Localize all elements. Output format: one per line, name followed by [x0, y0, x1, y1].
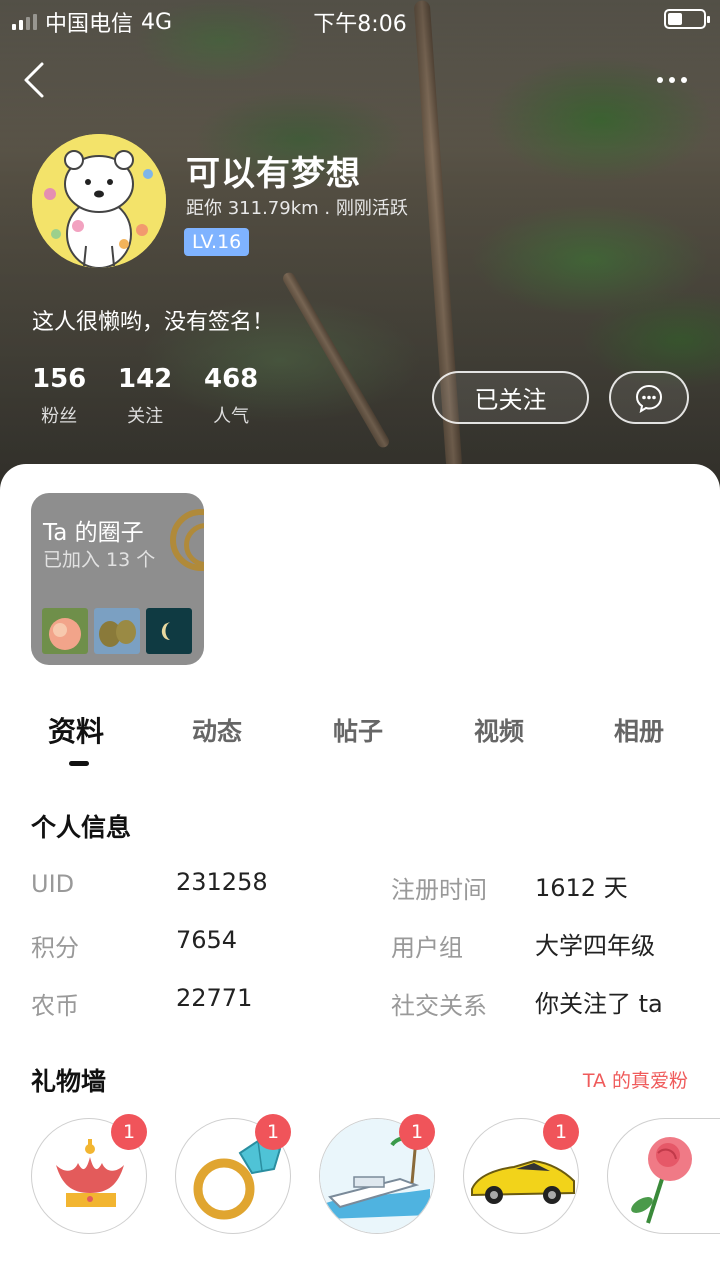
level-badge: LV.16 — [184, 228, 250, 256]
followed-button[interactable]: 已关注 — [432, 371, 589, 424]
kiwi-icon — [94, 608, 140, 654]
personal-info-title: 个人信息 — [31, 813, 132, 842]
info-value-coins: 22771 — [176, 984, 253, 1012]
info-label-uid: UID — [31, 870, 75, 898]
info-value-register-time: 1612 天 — [535, 874, 628, 902]
tab-active-indicator — [69, 761, 89, 766]
tab-posts[interactable]: 帖子 — [333, 712, 383, 748]
info-value-points: 7654 — [176, 926, 238, 954]
info-label-points: 积分 — [31, 934, 79, 962]
info-value-uid: 231258 — [176, 868, 268, 896]
circle-title: Ta 的圈子 — [43, 520, 144, 546]
stat-label: 粉丝 — [41, 406, 78, 427]
profile-content-sheet: Ta 的圈子 已加入 13 个 资料 动态 帖子 视频 相册 个人信息 UID … — [0, 464, 720, 1280]
gift-count-badge: 1 — [399, 1114, 435, 1150]
circle-card[interactable]: Ta 的圈子 已加入 13 个 — [31, 493, 204, 665]
more-dot-icon — [657, 77, 663, 83]
gift-item[interactable] — [607, 1118, 720, 1234]
night-icon — [146, 608, 192, 654]
gift-count-badge: 1 — [111, 1114, 147, 1150]
gift-wall-title: 礼物墙 — [31, 1067, 107, 1096]
stat-label: 人气 — [213, 406, 250, 427]
circle-thumb-kiwi — [94, 608, 140, 654]
stat-fans[interactable]: 156 粉丝 — [32, 364, 86, 428]
info-label-social: 社交关系 — [391, 992, 487, 1020]
peach-icon — [42, 608, 88, 654]
bear-avatar-icon — [32, 134, 166, 268]
gift-count-badge: 1 — [543, 1114, 579, 1150]
back-button[interactable] — [18, 60, 58, 100]
distance-activity: 距你 311.79km . 刚刚活跃 — [186, 198, 408, 219]
more-dot-icon — [681, 77, 687, 83]
more-dot-icon — [669, 77, 675, 83]
stat-value: 468 — [204, 364, 259, 394]
info-value-user-group: 大学四年级 — [535, 932, 655, 960]
stat-popularity[interactable]: 468 人气 — [204, 364, 258, 428]
info-label-user-group: 用户组 — [391, 934, 463, 962]
chat-bubble-icon — [635, 384, 663, 413]
message-button[interactable] — [609, 371, 689, 424]
gift-count-badge: 1 — [255, 1114, 291, 1150]
tab-album[interactable]: 相册 — [614, 712, 664, 748]
stat-value: 142 — [118, 364, 173, 394]
status-bar: 中国电信 4G 下午8:06 — [0, 0, 720, 40]
stat-value: 156 — [32, 364, 87, 394]
profile-name: 可以有梦想 — [186, 154, 361, 194]
info-value-social: 你关注了 ta — [535, 990, 663, 1018]
more-options-button[interactable] — [652, 66, 692, 94]
tab-activity[interactable]: 动态 — [192, 712, 242, 748]
circle-subtitle: 已加入 13 个 — [43, 549, 156, 571]
back-arrow-icon — [24, 62, 44, 98]
profile-tabs: 资料 动态 帖子 视频 相册 — [0, 712, 720, 772]
circle-logo-icon — [170, 509, 204, 571]
stat-following[interactable]: 142 关注 — [118, 364, 172, 428]
info-label-coins: 农币 — [31, 992, 79, 1020]
avatar[interactable] — [32, 134, 166, 268]
stat-label: 关注 — [127, 406, 164, 427]
circle-thumb-peach — [42, 608, 88, 654]
battery-icon — [664, 9, 710, 29]
tab-profile-info[interactable]: 资料 — [48, 710, 104, 750]
profile-signature: 这人很懒哟，没有签名！ — [32, 310, 275, 335]
true-fans-link[interactable]: TA 的真爱粉 — [583, 1066, 688, 1093]
status-time: 下午8:06 — [313, 12, 407, 37]
rose-icon — [631, 1137, 692, 1224]
info-label-register-time: 注册时间 — [391, 876, 487, 904]
tab-videos[interactable]: 视频 — [474, 712, 524, 748]
circle-thumb-night — [146, 608, 192, 654]
